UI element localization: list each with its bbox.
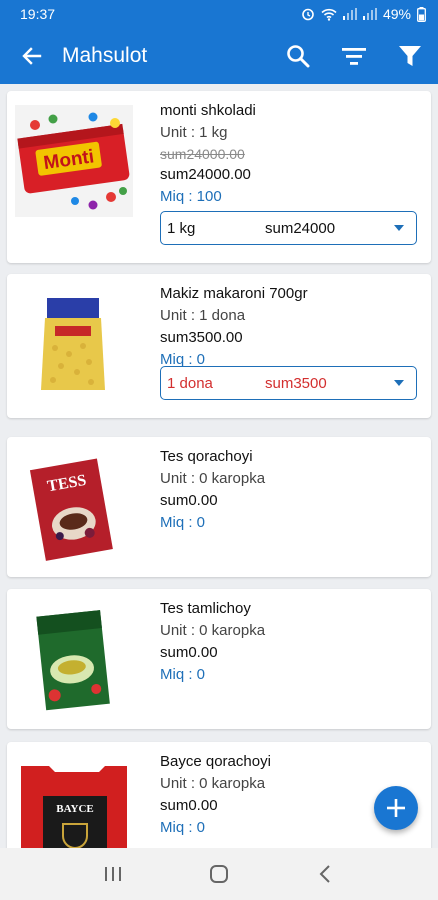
product-unit: Unit : 0 karopka [160,622,266,639]
product-quantity: Miq : 0 [160,514,206,531]
dropdown-unit: 1 dona [167,374,213,392]
signal-icon-2 [362,8,377,20]
battery-percent: 49% [382,6,411,22]
dropdown-unit: 1 kg [167,219,196,237]
home-icon[interactable] [189,848,249,900]
product-price: sum24000.00 [160,166,251,183]
system-nav-bar [0,848,438,900]
product-card[interactable]: BAYCE Bayce qorachoyi Unit : 0 karopka s… [7,742,431,848]
signal-icon [342,8,357,20]
product-image [15,288,133,400]
product-info: Tes qorachoyi Unit : 0 karopka sum0.00 M… [160,447,419,533]
recents-icon[interactable] [83,848,143,900]
sort-icon[interactable] [326,28,382,84]
page-title: Mahsulot [62,44,148,67]
dropdown-price: sum3500 [265,374,327,392]
back-arrow-icon[interactable] [4,28,60,84]
product-unit: Unit : 1 dona [160,307,246,324]
product-unit: Unit : 0 karopka [160,470,266,487]
product-image [15,603,133,715]
dropdown-price: sum24000 [265,219,336,237]
product-info: monti shkoladi Unit : 1 kg sum24000.00 s… [160,101,419,207]
battery-icon [417,6,426,22]
product-price: sum3500.00 [160,329,243,346]
search-icon[interactable] [270,28,326,84]
product-unit: Unit : 1 kg [160,124,228,141]
product-image: BAYCE [15,756,133,848]
status-icons: 49% [301,6,426,22]
app-bar: Mahsulot [0,28,438,84]
filter-icon[interactable] [382,28,438,84]
product-name: Makiz makaroni 700gr [160,285,308,302]
unit-price-dropdown[interactable]: 1 dona sum3500 [160,366,417,400]
product-name: monti shkoladi [160,102,256,119]
chevron-down-icon [382,380,416,386]
product-list: Monti monti shkoladi Unit : 1 kg sum2400… [0,84,438,848]
product-old-price: sum24000.00 [160,146,245,162]
product-quantity: Miq : 0 [160,666,206,683]
product-card[interactable]: Makiz makaroni 700gr Unit : 1 dona sum35… [7,274,431,418]
alarm-icon [302,8,314,21]
wifi-icon [321,8,337,21]
product-card[interactable]: TESS Tes qorachoyi Unit : 0 karopka sum0… [7,437,431,577]
product-price: sum0.00 [160,492,218,509]
bayce-logo-text: BAYCE [56,803,94,815]
product-name: Bayce qorachoyi [160,753,271,770]
back-icon[interactable] [295,848,355,900]
status-time: 19:37 [20,6,56,22]
product-image: Monti [15,105,133,217]
product-info: Tes tamlichoy Unit : 0 karopka sum0.00 M… [160,599,419,685]
unit-price-dropdown[interactable]: 1 kg sum24000 [160,211,417,245]
product-name: Tes qorachoyi [160,448,253,465]
product-card[interactable]: Monti monti shkoladi Unit : 1 kg sum2400… [7,91,431,263]
product-image: TESS [15,451,133,563]
product-card[interactable]: Tes tamlichoy Unit : 0 karopka sum0.00 M… [7,589,431,729]
product-info: Makiz makaroni 700gr Unit : 1 dona sum35… [160,284,419,370]
add-product-button[interactable] [374,786,418,830]
plus-icon [387,799,405,817]
product-price: sum0.00 [160,644,218,661]
status-bar: 19:37 49% [0,0,438,28]
product-quantity: Miq : 100 [160,188,222,205]
product-name: Tes tamlichoy [160,600,251,617]
chevron-down-icon [382,225,416,231]
